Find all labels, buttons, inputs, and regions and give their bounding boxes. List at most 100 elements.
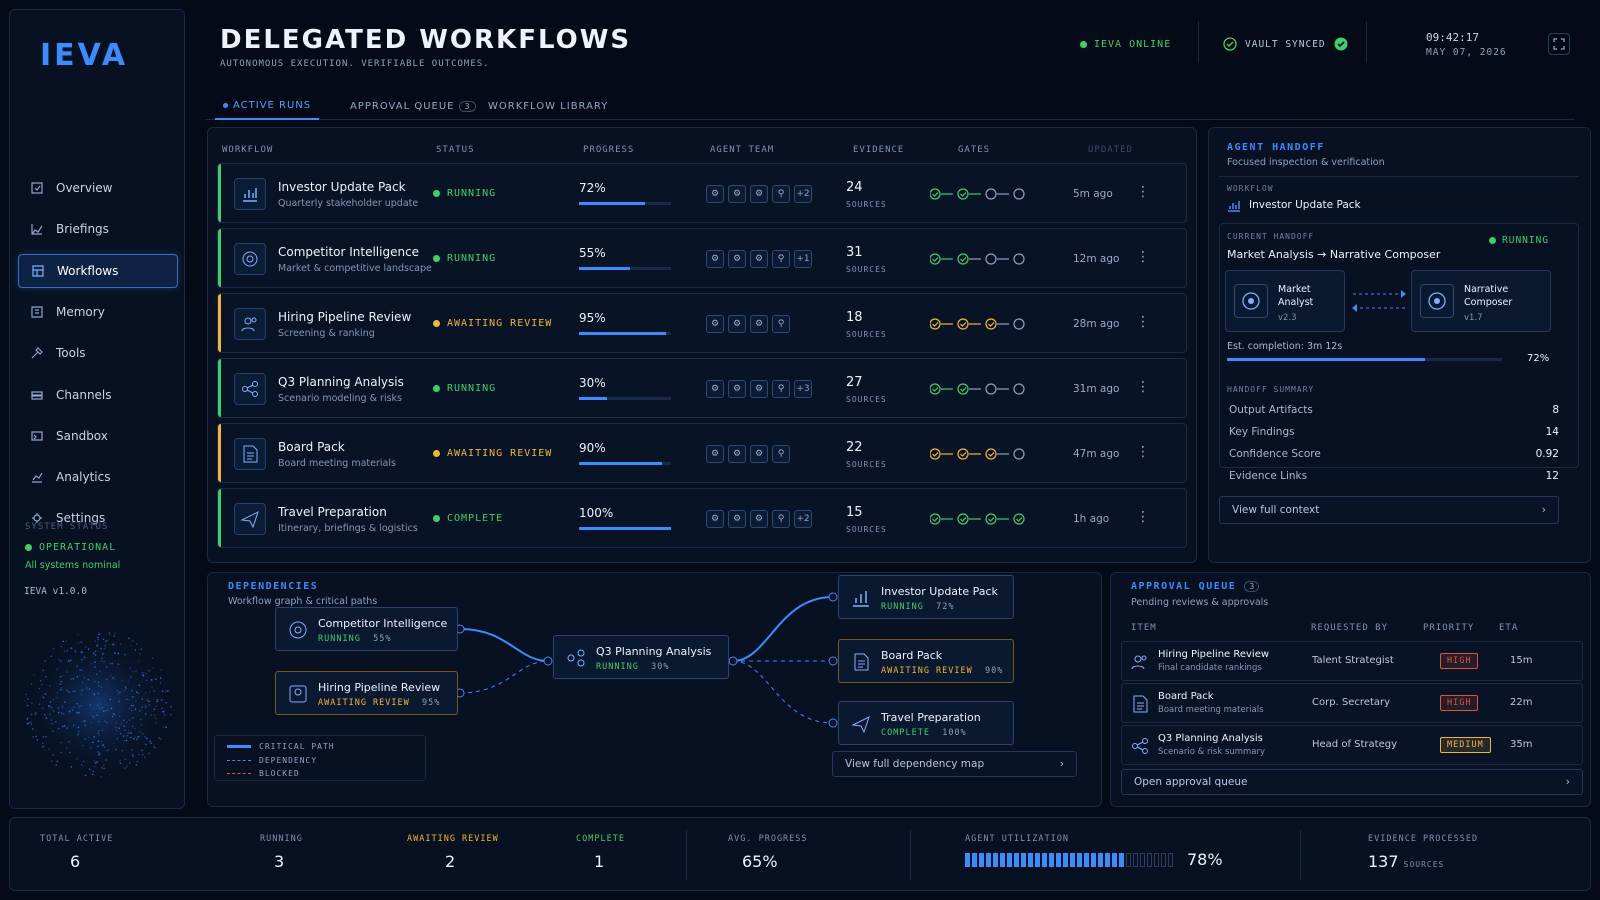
col-updated: UPDATED: [1088, 145, 1133, 155]
table-row[interactable]: Competitor Intelligence Market & competi…: [217, 228, 1187, 288]
queue-header: APPROVAL QUEUE 3: [1131, 581, 1260, 592]
more-agents-badge[interactable]: +1: [794, 250, 812, 268]
agent-avatar-icon[interactable]: ⚙: [706, 250, 724, 268]
approval-count-badge: 3: [459, 100, 476, 112]
sidebar-item-overview[interactable]: Overview: [18, 171, 178, 205]
table-row[interactable]: Travel Preparation Itinerary, briefings …: [217, 488, 1187, 548]
network-icon: [234, 373, 266, 405]
agent-avatar-icon[interactable]: ⚙: [750, 510, 768, 528]
sidebar-item-channels[interactable]: Channels: [18, 378, 178, 412]
dep-node-q3-planning-analysis[interactable]: Q3 Planning Analysis RUNNING 30%: [553, 635, 729, 679]
agent-avatar-icon[interactable]: ⚲: [772, 315, 790, 333]
agent-avatar-icon[interactable]: ⚙: [750, 445, 768, 463]
dep-node-travel-preparation[interactable]: Travel Preparation COMPLETE 100%: [838, 701, 1014, 745]
tab-workflow-library[interactable]: WORKFLOW LIBRARY: [488, 92, 608, 120]
more-agents-badge[interactable]: +3: [794, 380, 812, 398]
tab-approval-queue[interactable]: APPROVAL QUEUE 3: [350, 92, 476, 120]
agent-card-narrative-composer[interactable]: Narrative Composer v1.7: [1411, 270, 1551, 332]
queue-row[interactable]: Board Pack Board meeting materials Corp.…: [1121, 683, 1583, 723]
tools-icon: [31, 347, 43, 359]
summary-row: Confidence Score 0.92: [1229, 448, 1559, 460]
vault-indicator: VAULT SYNCED: [1223, 37, 1348, 51]
approval-queue-panel: APPROVAL QUEUE 3 Pending reviews & appro…: [1110, 572, 1591, 807]
sidebar-item-analytics[interactable]: Analytics: [18, 460, 178, 494]
queue-item-name: Q3 Planning Analysis: [1158, 733, 1263, 744]
queue-requested-by: Head of Strategy: [1312, 739, 1397, 750]
queue-row[interactable]: Q3 Planning Analysis Scenario & risk sum…: [1121, 725, 1583, 765]
agent-avatar-icon[interactable]: ⚙: [750, 185, 768, 203]
table-row[interactable]: Investor Update Pack Quarterly stakehold…: [217, 163, 1187, 223]
utilization-meter: [965, 852, 1173, 867]
gates-indicator: [930, 253, 1025, 265]
queue-row[interactable]: Hiring Pipeline Review Final candidate r…: [1121, 641, 1583, 681]
network-icon: [567, 649, 585, 667]
more-agents-badge[interactable]: +2: [794, 185, 812, 203]
agent-avatar-icon[interactable]: ⚲: [772, 380, 790, 398]
agent-avatar-icon[interactable]: ⚙: [706, 445, 724, 463]
runs-table: WORKFLOW STATUS PROGRESS AGENT TEAM EVID…: [207, 127, 1197, 563]
more-agents-badge[interactable]: +2: [794, 510, 812, 528]
evidence-unit: SOURCES: [846, 395, 887, 404]
dep-node-competitor-intelligence[interactable]: Competitor Intelligence RUNNING 55%: [275, 607, 458, 651]
agent-avatar-icon[interactable]: ⚲: [772, 510, 790, 528]
workflow-name: Competitor Intelligence: [278, 245, 420, 259]
progress-bar: [579, 397, 671, 400]
sidebar-item-workflows[interactable]: Workflows: [18, 253, 178, 288]
overview-icon: [31, 182, 43, 194]
view-dependency-map-button[interactable]: View full dependency map ›: [832, 751, 1077, 777]
more-options-icon[interactable]: ⋮: [1136, 184, 1150, 200]
agent-avatar-icon[interactable]: ⚙: [706, 185, 724, 203]
queue-eta: 35m: [1510, 739, 1533, 750]
table-row[interactable]: Board Pack Board meeting materials AWAIT…: [217, 423, 1187, 483]
table-row[interactable]: Hiring Pipeline Review Screening & ranki…: [217, 293, 1187, 353]
more-options-icon[interactable]: ⋮: [1136, 444, 1150, 460]
more-options-icon[interactable]: ⋮: [1136, 249, 1150, 265]
more-options-icon[interactable]: ⋮: [1136, 314, 1150, 330]
workflow-desc: Screening & ranking: [278, 328, 375, 339]
agent-avatar-icon[interactable]: ⚙: [706, 315, 724, 333]
agent-avatar-icon[interactable]: ⚲: [772, 185, 790, 203]
sidebar-item-label: Channels: [56, 387, 112, 402]
open-approval-queue-button[interactable]: Open approval queue ›: [1121, 769, 1583, 795]
dep-node-investor-update-pack[interactable]: Investor Update Pack RUNNING 72%: [838, 575, 1014, 619]
evidence-count: 22: [846, 440, 863, 455]
sidebar-item-label: Tools: [56, 346, 86, 361]
agent-avatar-icon[interactable]: ⚙: [750, 315, 768, 333]
progress-bar: [579, 527, 671, 530]
agent-avatar-icon[interactable]: ⚙: [728, 315, 746, 333]
fullscreen-button[interactable]: [1548, 33, 1570, 55]
progress-pct: 55%: [579, 246, 606, 260]
target-icon: [234, 243, 266, 275]
workflow-desc: Market & competitive landscape: [278, 263, 432, 274]
progress-pct: 100%: [579, 506, 614, 520]
col-gates: GATES: [958, 145, 991, 155]
agent-avatar-icon[interactable]: ⚲: [772, 250, 790, 268]
workflow-name: Investor Update Pack: [278, 180, 406, 194]
agent-avatar-icon[interactable]: ⚙: [750, 380, 768, 398]
view-full-context-button[interactable]: View full context ›: [1219, 496, 1559, 524]
agent-avatar-icon[interactable]: ⚙: [728, 445, 746, 463]
dep-node-hiring-pipeline-review[interactable]: Hiring Pipeline Review AWAITING REVIEW 9…: [275, 671, 458, 715]
more-options-icon[interactable]: ⋮: [1136, 379, 1150, 395]
tab-active-runs[interactable]: ACTIVE RUNS: [215, 92, 320, 120]
table-row[interactable]: Q3 Planning Analysis Scenario modeling &…: [217, 358, 1187, 418]
queue-item-name: Board Pack: [1158, 691, 1214, 702]
agent-avatar-icon[interactable]: ⚙: [728, 250, 746, 268]
evidence-count: 31: [846, 245, 863, 260]
online-indicator: IEVA ONLINE: [1080, 39, 1171, 50]
agent-avatar-icon[interactable]: ⚲: [772, 445, 790, 463]
sidebar-item-briefings[interactable]: Briefings: [18, 212, 178, 246]
dep-node-board-pack[interactable]: Board Pack AWAITING REVIEW 90%: [838, 639, 1014, 683]
agent-avatar-icon[interactable]: ⚙: [706, 510, 724, 528]
agent-avatar-icon[interactable]: ⚙: [706, 380, 724, 398]
sidebar-item-sandbox[interactable]: Sandbox: [18, 419, 178, 453]
agent-avatar-icon[interactable]: ⚙: [728, 510, 746, 528]
agent-avatar-icon[interactable]: ⚙: [728, 380, 746, 398]
sidebar-item-tools[interactable]: Tools: [18, 336, 178, 370]
agent-card-market-analyst[interactable]: Market Analyst v2.3: [1225, 270, 1345, 332]
sidebar-item-memory[interactable]: Memory: [18, 295, 178, 329]
agent-avatar-icon[interactable]: ⚙: [728, 185, 746, 203]
chart-icon: [234, 178, 266, 210]
more-options-icon[interactable]: ⋮: [1136, 509, 1150, 525]
agent-avatar-icon[interactable]: ⚙: [750, 250, 768, 268]
